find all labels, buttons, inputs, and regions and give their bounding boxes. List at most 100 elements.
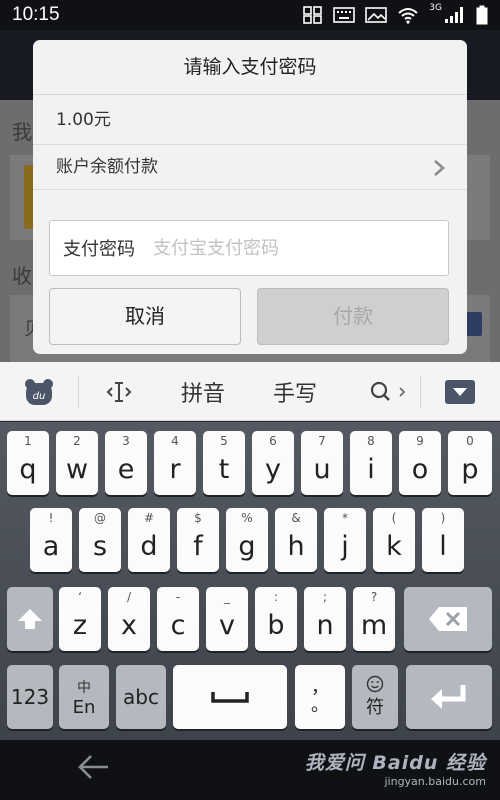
handwriting-mode-button[interactable]: 手写 xyxy=(260,362,330,421)
smiley-icon xyxy=(366,675,384,693)
baidu-watermark: 我爱问 Baidu 经验 jingyan.baidu.com xyxy=(305,748,486,788)
key-e[interactable]: 3e xyxy=(105,431,147,495)
key-hint: 5 xyxy=(220,434,228,448)
key-a[interactable]: ! a xyxy=(30,508,72,572)
grid-icon xyxy=(303,6,323,24)
payment-method-row[interactable]: 账户余额付款 xyxy=(33,145,467,190)
key-b[interactable]: :b xyxy=(255,587,297,651)
key-hint: 9 xyxy=(416,434,424,448)
space-key[interactable] xyxy=(173,665,287,729)
key-hint: 4 xyxy=(171,434,179,448)
key-m[interactable]: ? m xyxy=(353,587,395,651)
key-o[interactable]: 9o xyxy=(399,431,441,495)
key-k[interactable]: (k xyxy=(373,508,415,572)
key-char: c xyxy=(170,609,186,641)
key-g[interactable]: % g xyxy=(226,508,268,572)
key-hint: - xyxy=(175,590,181,604)
key-char: b xyxy=(267,609,285,641)
key-n[interactable]: ; n xyxy=(304,587,346,651)
password-input[interactable] xyxy=(153,237,393,259)
key-q[interactable]: 1q xyxy=(7,431,49,495)
key-hint: 0 xyxy=(466,434,474,448)
key-hint: 8 xyxy=(367,434,375,448)
key-hint: / xyxy=(126,590,132,604)
abc-key[interactable]: abc xyxy=(116,665,166,729)
key-x[interactable]: / x xyxy=(108,587,150,651)
wifi-icon xyxy=(398,8,418,24)
key-char: g xyxy=(238,530,256,562)
key-s[interactable]: @ s xyxy=(79,508,121,572)
key-char: n xyxy=(316,609,334,641)
key-char: j xyxy=(341,530,349,562)
key-label: abc xyxy=(123,685,159,709)
pay-button[interactable]: 付款 xyxy=(257,288,449,345)
backspace-key[interactable] xyxy=(404,587,492,651)
enter-key[interactable] xyxy=(406,665,492,729)
status-icons: 3G xyxy=(303,3,488,25)
key-j[interactable]: * j xyxy=(324,508,366,572)
key-char: d xyxy=(140,530,158,562)
key-hint: 7 xyxy=(318,434,326,448)
navigation-bar: 我爱问 Baidu 经验 jingyan.baidu.com xyxy=(0,740,500,800)
key-hint: 1 xyxy=(24,434,32,448)
number-mode-key[interactable]: 123 xyxy=(7,665,53,729)
status-time: 10:15 xyxy=(12,4,60,25)
key-u[interactable]: 7u xyxy=(301,431,343,495)
password-field[interactable]: 支付密码 xyxy=(49,220,449,276)
password-label: 支付密码 xyxy=(63,239,135,260)
key-z[interactable]: ‘z xyxy=(59,587,101,651)
dialog-title: 请输入支付密码 xyxy=(33,40,467,95)
key-t[interactable]: 5t xyxy=(203,431,245,495)
status-bar: 10:15 3G xyxy=(0,0,500,30)
key-y[interactable]: 6y xyxy=(252,431,294,495)
key-r[interactable]: 4r xyxy=(154,431,196,495)
key-char: i xyxy=(367,453,375,485)
cursor-move-icon[interactable] xyxy=(96,362,142,421)
image-icon xyxy=(365,7,388,23)
svg-text:du: du xyxy=(33,391,46,402)
key-l[interactable]: ) l xyxy=(422,508,464,572)
symbol-key[interactable]: 符 xyxy=(352,665,398,729)
search-icon[interactable] xyxy=(360,362,416,421)
key-d[interactable]: # d xyxy=(128,508,170,572)
network-type: 3G xyxy=(429,3,442,13)
battery-icon xyxy=(476,5,488,25)
shift-arrow-icon xyxy=(18,609,42,629)
baidu-logo-icon[interactable]: du xyxy=(14,362,64,421)
key-char: y xyxy=(265,453,281,485)
key-label-bottom: 。 xyxy=(311,695,329,716)
key-f[interactable]: $ f xyxy=(177,508,219,572)
key-v[interactable]: _ v xyxy=(206,587,248,651)
key-char: f xyxy=(193,530,203,562)
key-char: m xyxy=(360,609,388,641)
keyboard-icon xyxy=(333,7,356,23)
collapse-keyboard-icon[interactable] xyxy=(440,362,480,421)
key-char: z xyxy=(72,609,88,641)
key-char: p xyxy=(461,453,479,485)
key-w[interactable]: 2w xyxy=(56,431,98,495)
key-hint: 6 xyxy=(269,434,277,448)
payment-amount: 1.00元 xyxy=(33,95,467,145)
key-hint: * xyxy=(342,511,348,525)
back-arrow-icon[interactable] xyxy=(76,752,112,782)
key-char: v xyxy=(219,609,235,641)
key-char: a xyxy=(42,530,60,562)
pinyin-mode-button[interactable]: 拼音 xyxy=(168,362,238,421)
language-switch-key[interactable]: 中 En xyxy=(59,665,109,729)
cancel-button[interactable]: 取消 xyxy=(49,288,241,345)
key-hint: : xyxy=(273,590,279,604)
payment-method-label: 账户余额付款 xyxy=(56,157,158,177)
punctuation-key[interactable]: ， 。 xyxy=(295,665,345,729)
background-text: 收 xyxy=(12,264,32,288)
key-hint: & xyxy=(291,511,301,525)
keyboard-toolbar: du 拼音 手写 xyxy=(0,362,500,421)
key-i[interactable]: 8i xyxy=(350,431,392,495)
toolbar-separator xyxy=(420,376,421,408)
key-hint: ; xyxy=(322,590,328,604)
key-hint: ) xyxy=(440,511,446,525)
shift-key[interactable] xyxy=(7,587,53,651)
key-char: u xyxy=(313,453,331,485)
key-h[interactable]: & h xyxy=(275,508,317,572)
key-p[interactable]: 0p xyxy=(448,431,492,495)
key-c[interactable]: -c xyxy=(157,587,199,651)
